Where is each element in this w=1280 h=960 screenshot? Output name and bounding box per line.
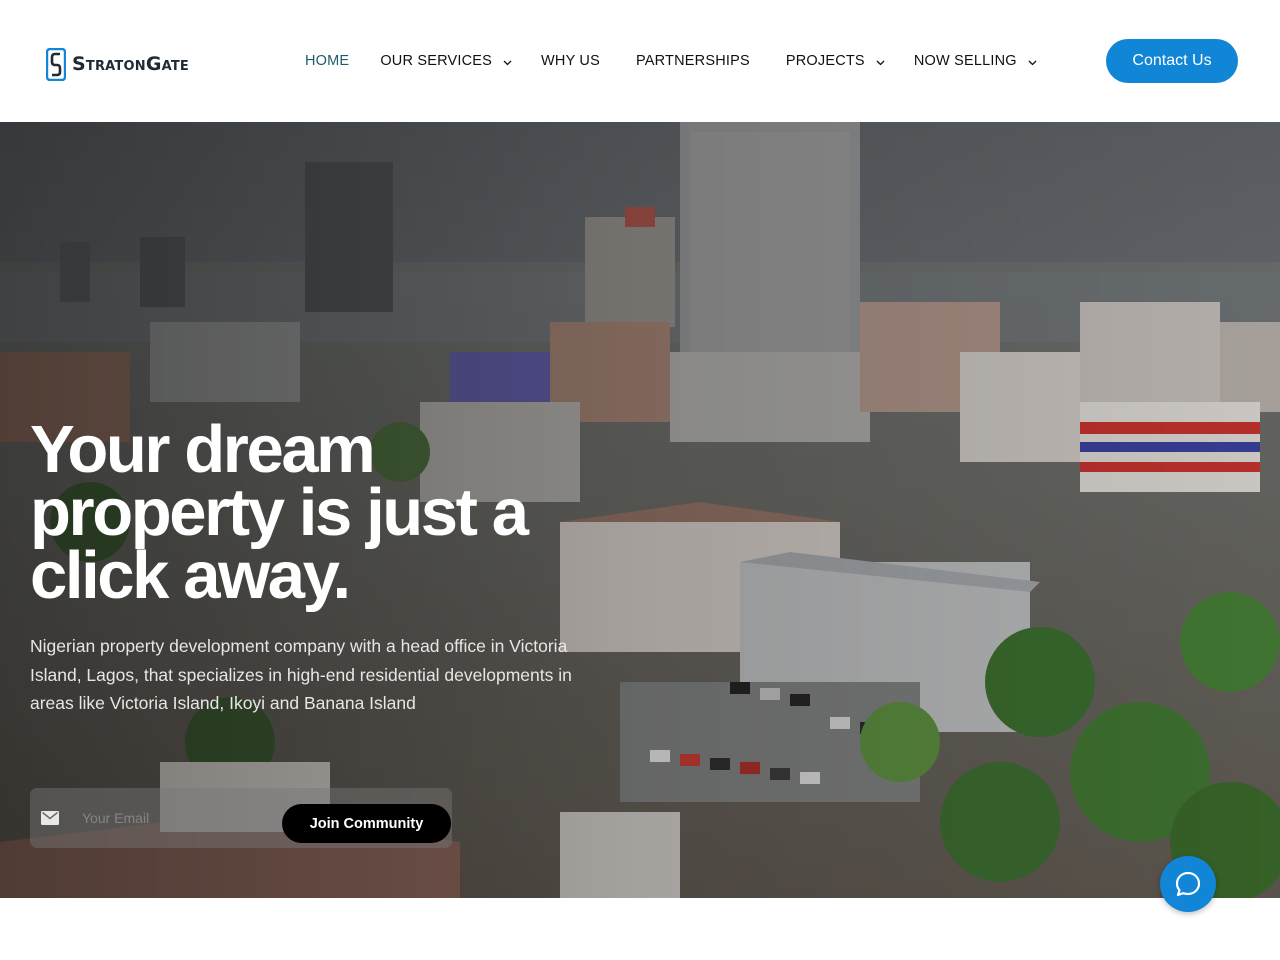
nav-item-home[interactable]: HOME [305,53,349,69]
email-input[interactable] [82,806,278,830]
nav-item-our-services[interactable]: OUR SERVICES [380,53,512,69]
nav-item-label: NOW SELLING [913,53,1017,69]
chat-bubble-icon [1175,871,1201,897]
brand-name: StratonGate [72,53,190,75]
chat-button[interactable] [1160,856,1216,912]
hero-subtext: Nigerian property development company wi… [30,636,572,713]
chevron-down-icon [876,60,885,65]
nav-item-projects[interactable]: PROJECTS [786,53,885,69]
contact-us-button[interactable]: Contact Us [1106,39,1238,83]
hero-section: Your dream property is just a click away… [0,122,1280,898]
nav-item-label: WHY US [541,53,600,69]
chevron-down-icon [1028,60,1037,65]
subscribe-form: Join Community [30,788,452,848]
chevron-down-icon [503,60,512,65]
straton-s-logo-icon [46,47,66,81]
nav-item-label: PARTNERSHIPS [635,53,750,69]
nav-item-why-us[interactable]: WHY US [541,53,600,69]
brand-logo[interactable]: StratonGate [46,47,189,81]
nav-item-label: PROJECTS [785,53,865,69]
join-community-button[interactable]: Join Community [282,804,451,843]
nav-item-partnerships[interactable]: PARTNERSHIPS [636,53,750,69]
nav-item-now-selling[interactable]: NOW SELLING [914,53,1037,69]
nav-item-label: HOME [305,53,350,69]
main-nav: HOME OUR SERVICES WHY US PARTNERSHIPS PR… [305,50,1037,72]
hero-headline: Your dream property is just a click away… [30,416,630,609]
site-header: StratonGate HOME OUR SERVICES WHY US PAR… [0,0,1280,122]
headline-line: click away. [30,538,351,613]
mail-icon [41,811,59,825]
nav-item-label: OUR SERVICES [380,53,493,69]
